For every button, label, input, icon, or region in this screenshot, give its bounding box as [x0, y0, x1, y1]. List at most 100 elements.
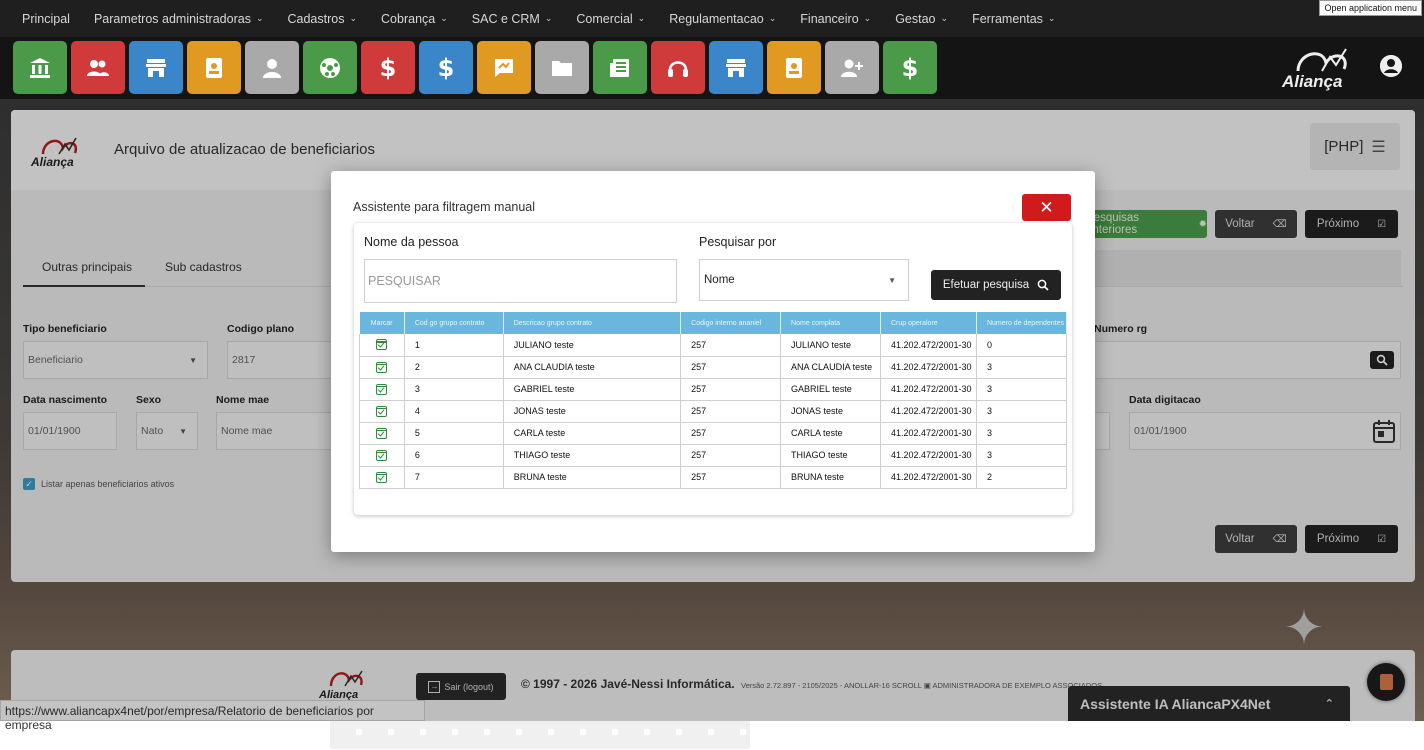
nav-item-4[interactable]: SAC e CRM ⌄ [472, 12, 553, 26]
column-header[interactable]: Codigo interno ananiel [680, 312, 782, 334]
table-cell: 257 [680, 422, 782, 445]
column-header[interactable]: Descricao grupo contrato [503, 312, 682, 334]
table-cell: 5 [404, 422, 504, 445]
nav-item-label: Ferramentas [972, 11, 1043, 26]
table-cell: 3 [404, 378, 504, 401]
nav-item-0[interactable]: Principal [22, 12, 70, 26]
nav-item-8[interactable]: Gestao ⌄ [895, 12, 948, 26]
module-tile-12[interactable] [709, 41, 763, 94]
nome-pessoa-label: Nome da pessoa [364, 235, 459, 249]
module-tile-1[interactable] [71, 41, 125, 94]
users-icon [86, 56, 110, 80]
module-tile-9[interactable] [535, 41, 589, 94]
calendar-check-icon[interactable] [375, 361, 388, 373]
table-row[interactable]: 6 THIAGO teste 257 THIAGO teste 41.202.472/2… [359, 444, 1068, 467]
table-cell: 2 [404, 356, 504, 379]
chevron-down-icon: ⌄ [768, 13, 777, 23]
search-by-select[interactable]: Nome ▼ [699, 259, 909, 301]
calendar-check-icon[interactable] [375, 449, 388, 461]
nav-item-label: Cadastros [287, 11, 345, 26]
folder-icon [550, 56, 574, 80]
module-tile-15[interactable]: $ [883, 41, 937, 94]
table-cell: BRUNA teste [780, 466, 881, 489]
nav-item-2[interactable]: Cadastros ⌄ [288, 12, 358, 26]
select-cell[interactable] [359, 466, 405, 489]
module-tile-0[interactable] [13, 41, 67, 94]
column-header[interactable]: Numero de dependentes [976, 312, 1068, 334]
table-cell: ANA CLAUDIA teste [780, 356, 881, 379]
select-cell[interactable] [359, 444, 405, 467]
chevron-down-icon: ⌄ [544, 13, 553, 23]
module-tile-3[interactable] [187, 41, 241, 94]
select-cell[interactable] [359, 378, 405, 401]
table-row[interactable]: 7 BRUNA teste 257 BRUNA teste 41.202.472/200… [359, 466, 1068, 489]
table-cell: THIAGO teste [503, 444, 682, 467]
module-tile-8[interactable] [477, 41, 531, 94]
close-button[interactable]: ✕ [1022, 194, 1071, 221]
column-header[interactable]: Nome complata [780, 312, 881, 334]
nav-item-9[interactable]: Ferramentas ⌄ [972, 12, 1055, 26]
user-plus-icon [840, 56, 864, 80]
calendar-check-icon[interactable] [375, 339, 388, 351]
account-icon[interactable] [1380, 55, 1402, 77]
id-badge-icon [782, 56, 806, 80]
nav-item-6[interactable]: Regulamentacao ⌄ [669, 12, 776, 26]
table-row[interactable]: 3 GABRIEL teste 257 GABRIEL teste 41.202.472… [359, 378, 1068, 401]
calendar-check-icon[interactable] [375, 471, 388, 483]
table-cell: 257 [680, 466, 782, 489]
module-icon-bar: Aliança $ $ $ [0, 37, 1424, 99]
nav-item-7[interactable]: Financeiro ⌄ [800, 12, 871, 26]
open-application-menu-tooltip[interactable]: Open application menu [1319, 0, 1422, 16]
select-cell[interactable] [359, 400, 405, 423]
dollar-icon: $ [437, 53, 455, 82]
select-cell[interactable] [359, 334, 405, 357]
table-cell: 6 [404, 444, 504, 467]
filter-dialog: Assistente para filtragem manual ✕ Nome … [331, 171, 1095, 552]
nav-item-label: Regulamentacao [669, 11, 764, 26]
table-row[interactable]: 5 CARLA teste 257 CARLA teste 41.202.472/200… [359, 422, 1068, 445]
module-tile-2[interactable] [129, 41, 183, 94]
dollar-icon: $ [379, 53, 397, 82]
top-navigation: Principal Parametros administradoras ⌄ Cada… [0, 0, 1424, 37]
table-cell: 41.202.472/2001-30 [880, 334, 977, 357]
nav-item-3[interactable]: Cobrança ⌄ [381, 12, 448, 26]
table-cell: JONAS teste [780, 400, 881, 423]
column-header[interactable]: Crup operalore [880, 312, 977, 334]
module-tile-10[interactable] [593, 41, 647, 94]
table-row[interactable]: 4 JONAS teste 257 JONAS teste 41.202.472/200… [359, 400, 1068, 423]
calendar-check-icon[interactable] [375, 427, 388, 439]
table-row[interactable]: 1 JULIANO teste 257 JULIANO teste 41.202.472… [359, 334, 1068, 357]
search-input[interactable]: PESQUISAR [364, 259, 677, 303]
column-header[interactable]: Marcar [359, 312, 405, 334]
chevron-down-icon: ⌄ [440, 13, 448, 23]
search-submit-button[interactable]: Efetuar pesquisa [931, 270, 1061, 300]
select-cell[interactable] [359, 422, 405, 445]
module-tile-7[interactable]: $ [419, 41, 473, 94]
table-cell: THIAGO teste [780, 444, 881, 467]
search-placeholder: PESQUISAR [368, 274, 441, 288]
table-row[interactable]: 2 ANA CLAUDIA teste 257 ANA CLAUDIA teste 41… [359, 356, 1068, 379]
module-tile-4[interactable] [245, 41, 299, 94]
module-tile-6[interactable]: $ [361, 41, 415, 94]
table-cell: GABRIEL teste [780, 378, 881, 401]
close-icon: ✕ [1039, 197, 1054, 217]
column-header[interactable]: Cod go grupo contrato [404, 312, 504, 334]
module-tile-13[interactable] [767, 41, 821, 94]
search-icon [1037, 279, 1049, 291]
table-cell: CARLA teste [780, 422, 881, 445]
calendar-check-icon[interactable] [375, 405, 388, 417]
chevron-down-icon: ⌄ [349, 13, 358, 23]
table-cell: 41.202.472/2001-30 [880, 400, 977, 423]
table-cell: 3 [976, 422, 1068, 445]
calendar-check-icon[interactable] [375, 383, 388, 395]
module-tile-14[interactable] [825, 41, 879, 94]
nav-item-5[interactable]: Comercial ⌄ [576, 12, 645, 26]
table-cell: BRUNA teste [503, 466, 682, 489]
select-cell[interactable] [359, 356, 405, 379]
module-tile-5[interactable] [303, 41, 357, 94]
nav-item-1[interactable]: Parametros administradoras ⌄ [94, 12, 264, 26]
pesquisar-por-label: Pesquisar por [699, 235, 777, 249]
module-tile-11[interactable] [651, 41, 705, 94]
brand-logo: Aliança [1281, 48, 1347, 91]
nav-item-label: Parametros administradoras [93, 11, 251, 26]
